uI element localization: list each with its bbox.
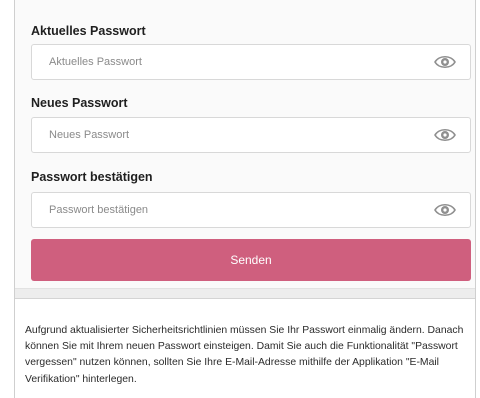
current-password-field — [31, 44, 471, 80]
eye-icon[interactable] — [434, 126, 456, 144]
current-password-input[interactable] — [32, 45, 432, 79]
confirm-password-input[interactable] — [32, 193, 432, 227]
section-divider — [15, 288, 475, 298]
password-change-panel: Aktuelles Passwort Neues Passwort Passwo… — [14, 0, 476, 398]
confirm-password-label: Passwort bestätigen — [31, 170, 153, 184]
confirm-password-field — [31, 192, 471, 228]
eye-icon[interactable] — [434, 53, 456, 71]
current-password-label: Aktuelles Passwort — [31, 24, 146, 38]
info-notice: Aufgrund aktualisierter Sicherheitsricht… — [15, 298, 475, 398]
password-form: Aktuelles Passwort Neues Passwort Passwo… — [15, 0, 475, 284]
new-password-field — [31, 117, 471, 153]
new-password-input[interactable] — [32, 118, 432, 152]
eye-icon[interactable] — [434, 201, 456, 219]
notice-text: Aufgrund aktualisierter Sicherheitsricht… — [25, 325, 464, 385]
new-password-label: Neues Passwort — [31, 96, 128, 110]
submit-button[interactable]: Senden — [31, 239, 471, 281]
